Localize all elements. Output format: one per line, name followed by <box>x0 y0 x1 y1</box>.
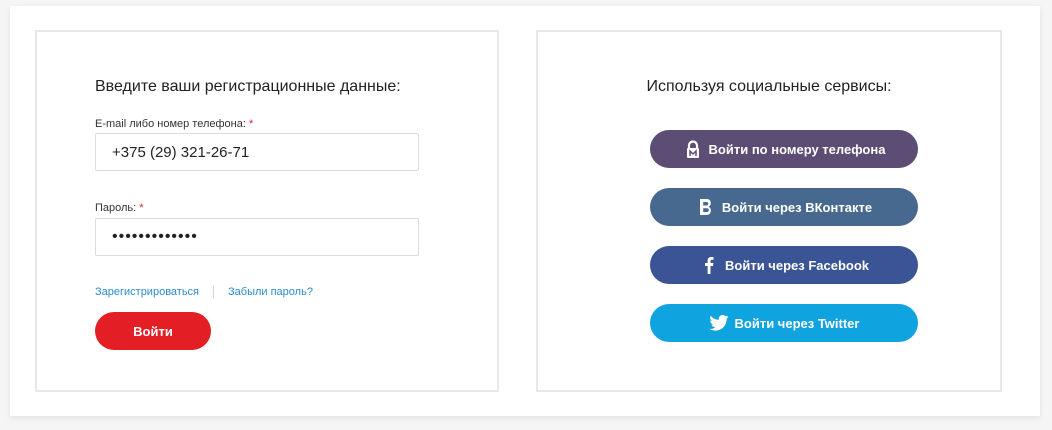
facebook-icon <box>699 255 719 275</box>
facebook-login-label: Войти через Facebook <box>725 257 869 273</box>
password-label: Пароль: * <box>95 202 144 214</box>
forgot-password-link[interactable]: Забыли пароль? <box>228 286 313 298</box>
login-button[interactable]: Войти <box>95 312 211 350</box>
email-field[interactable]: +375 (29) 321-26-71 <box>95 133 419 171</box>
password-field[interactable]: ••••••••••••• <box>95 218 419 256</box>
vk-login-button[interactable]: Войти через ВКонтакте <box>650 188 918 226</box>
vk-icon <box>696 197 716 217</box>
email-label-text: E-mail либо номер телефона: <box>95 118 246 130</box>
link-divider <box>213 286 215 298</box>
twitter-icon <box>708 313 729 333</box>
social-title: Используя социальные сервисы: <box>646 78 892 95</box>
credentials-panel: Введите ваши регистрационные данные: E-m… <box>35 30 499 392</box>
password-value: ••••••••••••• <box>112 228 198 245</box>
required-mark: * <box>248 118 254 130</box>
twitter-login-button[interactable]: Войти через Twitter <box>650 304 918 342</box>
social-panel: Используя социальные сервисы: Войти по н… <box>536 30 1002 392</box>
credentials-title: Введите ваши регистрационные данные: <box>95 78 401 95</box>
email-value: +375 (29) 321-26-71 <box>112 143 250 161</box>
phone-login-label: Войти по номеру телефона <box>708 141 886 157</box>
phone-login-button[interactable]: Войти по номеру телефона <box>650 130 918 168</box>
twitter-login-label: Войти через Twitter <box>734 315 860 331</box>
email-label: E-mail либо номер телефона: * <box>95 118 253 130</box>
vk-login-label: Войти через ВКонтакте <box>721 199 873 215</box>
register-link[interactable]: Зарегистрироваться <box>95 286 199 298</box>
password-label-text: Пароль: <box>95 202 137 214</box>
facebook-login-button[interactable]: Войти через Facebook <box>650 246 918 284</box>
auth-links: Зарегистрироваться Забыли пароль? <box>95 286 313 298</box>
lock-icon <box>683 139 703 159</box>
required-mark: * <box>139 202 144 214</box>
login-card: Введите ваши регистрационные данные: E-m… <box>10 6 1040 416</box>
